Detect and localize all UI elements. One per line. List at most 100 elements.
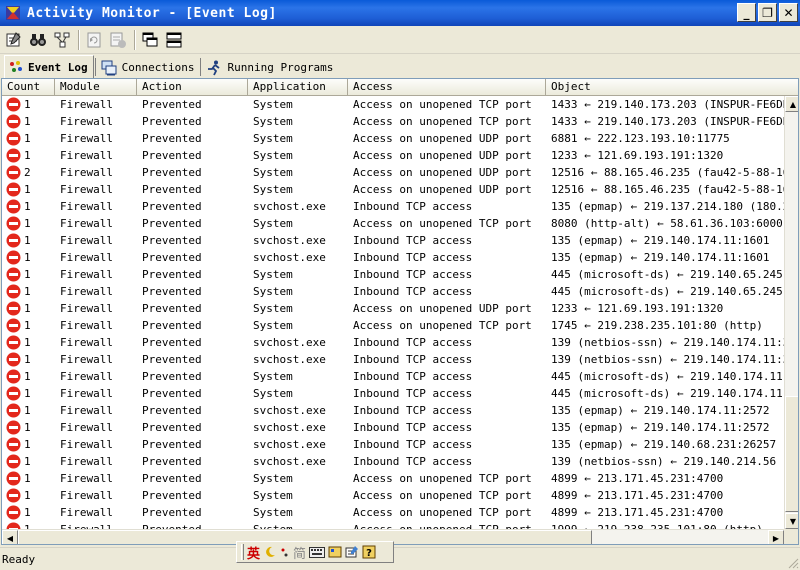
ime-settings-icon[interactable] [345, 545, 359, 559]
table-row[interactable]: 1FirewallPreventedSystemAccess on unopen… [2, 130, 784, 147]
tab-running-programs[interactable]: Running Programs [202, 57, 338, 78]
cell-count: 1 [2, 215, 55, 232]
table-row[interactable]: 1FirewallPreventedSystemAccess on unopen… [2, 504, 784, 521]
table-row[interactable]: 1FirewallPreventedSystemAccess on unopen… [2, 215, 784, 232]
ime-tools-icon[interactable] [328, 545, 342, 559]
filter-button[interactable] [51, 29, 73, 51]
cell-action: Prevented [137, 164, 248, 181]
clear-button[interactable] [107, 29, 129, 51]
ime-toolbar[interactable]: 英 简 ? [236, 541, 394, 563]
tab-connections[interactable]: Connections [97, 57, 200, 78]
table-row[interactable]: 1FirewallPreventedSystemAccess on unopen… [2, 96, 784, 113]
cell-application: svchost.exe [248, 351, 348, 368]
network-icon [101, 60, 117, 76]
resize-grip-icon[interactable] [787, 557, 799, 569]
table-row[interactable]: 1FirewallPreventedSystemAccess on unopen… [2, 317, 784, 334]
vertical-scroll-thumb[interactable] [785, 396, 798, 512]
cell-text: 1 [24, 115, 31, 128]
cell-action: Prevented [137, 215, 248, 232]
title-bar[interactable]: Activity Monitor - [Event Log] _ ❐ ✕ [0, 0, 800, 26]
scroll-right-button[interactable]: ▶ [768, 530, 784, 544]
cell-text: Access on unopened TCP port [353, 115, 532, 128]
cell-action: Prevented [137, 504, 248, 521]
scroll-up-button[interactable]: ▲ [785, 96, 798, 112]
minimize-button[interactable]: _ [737, 3, 756, 22]
ime-language-toggle[interactable]: 英 [247, 543, 260, 562]
table-row[interactable]: 1 Firewall Prevented svchost.exe Inbound TCP… [2, 453, 784, 470]
cell-count: 1 [2, 402, 55, 419]
column-header-module[interactable]: Module [55, 79, 137, 96]
cell-text: Prevented [142, 370, 202, 383]
table-row[interactable]: 1 Firewall Prevented svchost.exe Inbound TCP… [2, 402, 784, 419]
table-row[interactable]: 1 Firewall Prevented System Inbound TCP acce… [2, 368, 784, 385]
scroll-left-button[interactable]: ◀ [2, 530, 18, 544]
cell-text: 1 [24, 421, 31, 434]
table-row[interactable]: 1FirewallPreventedSystemAccess on unopen… [2, 300, 784, 317]
cascade-button[interactable] [139, 29, 161, 51]
find-button[interactable] [27, 29, 49, 51]
ime-mode-toggle[interactable]: 简 [293, 543, 306, 562]
table-row[interactable]: 1 Firewall Prevented svchost.exe Inbound TCP… [2, 232, 784, 249]
table-row[interactable]: 2 Firewall Prevented System Access on unopen… [2, 164, 784, 181]
column-header-count[interactable]: Count [2, 79, 55, 96]
properties-button[interactable] [3, 29, 25, 51]
table-row[interactable]: 1 Firewall Prevented System Inbound TCP acce… [2, 266, 784, 283]
column-header-application[interactable]: Application [248, 79, 348, 96]
cell-access: Access on unopened TCP port [348, 521, 546, 529]
cell-application: System [248, 283, 348, 300]
table-row[interactable]: 1 Firewall Prevented svchost.exe Inbound TCP… [2, 419, 784, 436]
cell-text: Firewall [60, 302, 113, 315]
ime-punctuation-icon[interactable] [280, 545, 290, 559]
event-log-list[interactable]: Count Module Action Application Access O… [1, 78, 799, 545]
ime-moon-icon[interactable] [263, 545, 277, 559]
table-row[interactable]: 1 Firewall Prevented svchost.exe Inbound TCP… [2, 198, 784, 215]
table-row[interactable]: 1FirewallPreventedSystemAccess on unopen… [2, 181, 784, 198]
cell-access: Access on unopened TCP port [348, 487, 546, 504]
table-row[interactable]: 1 Firewall Prevented svchost.exe Inbound TCP… [2, 436, 784, 453]
cell-text: Firewall [60, 149, 113, 162]
ime-grip[interactable] [241, 544, 244, 560]
cell-count: 1 [2, 521, 55, 529]
table-row[interactable]: 1FirewallPreventedSystemAccess on unopen… [2, 113, 784, 130]
cell-object: 139 (netbios-ssn) ← 219.140.174.11:385 [546, 351, 784, 368]
blocked-icon [6, 471, 21, 486]
table-row[interactable]: 1 Firewall Prevented svchost.exe Inbound TCP… [2, 334, 784, 351]
cell-text: 1 [24, 404, 31, 417]
table-row[interactable]: 1FirewallPreventedSystemAccess on unopen… [2, 487, 784, 504]
cell-module: Firewall [55, 317, 137, 334]
restore-button[interactable]: ❐ [758, 3, 777, 22]
cell-text: System [253, 149, 293, 162]
table-row[interactable]: 1FirewallPreventedSystemAccess on unopen… [2, 521, 784, 529]
table-row[interactable]: 1 Firewall Prevented svchost.exe Inbound TCP… [2, 249, 784, 266]
cell-text: 135 (epmap) ← 219.140.174.11:2572 [551, 404, 770, 417]
close-button[interactable]: ✕ [779, 3, 798, 22]
refresh-button[interactable] [83, 29, 105, 51]
ime-keyboard-icon[interactable] [309, 546, 326, 558]
blocked-icon [6, 437, 21, 452]
table-row[interactable]: 1FirewallPreventedSystemAccess on unopen… [2, 470, 784, 487]
cell-access: Inbound TCP access [348, 334, 546, 351]
table-row[interactable]: 1FirewallPreventedSystemAccess on unopen… [2, 147, 784, 164]
table-row[interactable]: 1 Firewall Prevented System Inbound TCP acce… [2, 385, 784, 402]
tab-event-log[interactable]: Event Log [4, 55, 94, 78]
cell-application: System [248, 266, 348, 283]
ime-help-icon[interactable]: ? [362, 545, 376, 559]
cell-module: Firewall [55, 113, 137, 130]
cell-text: Prevented [142, 455, 202, 468]
table-row[interactable]: 1 Firewall Prevented System Inbound TCP acce… [2, 283, 784, 300]
scroll-down-button[interactable]: ▼ [785, 513, 798, 529]
cell-text: 2 [24, 166, 31, 179]
cell-action: Prevented [137, 130, 248, 147]
table-row[interactable]: 1 Firewall Prevented svchost.exe Inbound TCP… [2, 351, 784, 368]
vertical-scrollbar[interactable]: ▲ ▼ [784, 96, 798, 529]
cell-action: Prevented [137, 198, 248, 215]
column-header-access[interactable]: Access [348, 79, 546, 96]
toolbar-separator [134, 29, 136, 50]
column-header-action[interactable]: Action [137, 79, 248, 96]
blocked-icon [6, 369, 21, 384]
cell-access: Inbound TCP access [348, 453, 546, 470]
tile-button[interactable] [163, 29, 185, 51]
column-header-object[interactable]: Object [546, 79, 798, 96]
cell-text: Prevented [142, 489, 202, 502]
cell-text: 1 [24, 455, 31, 468]
